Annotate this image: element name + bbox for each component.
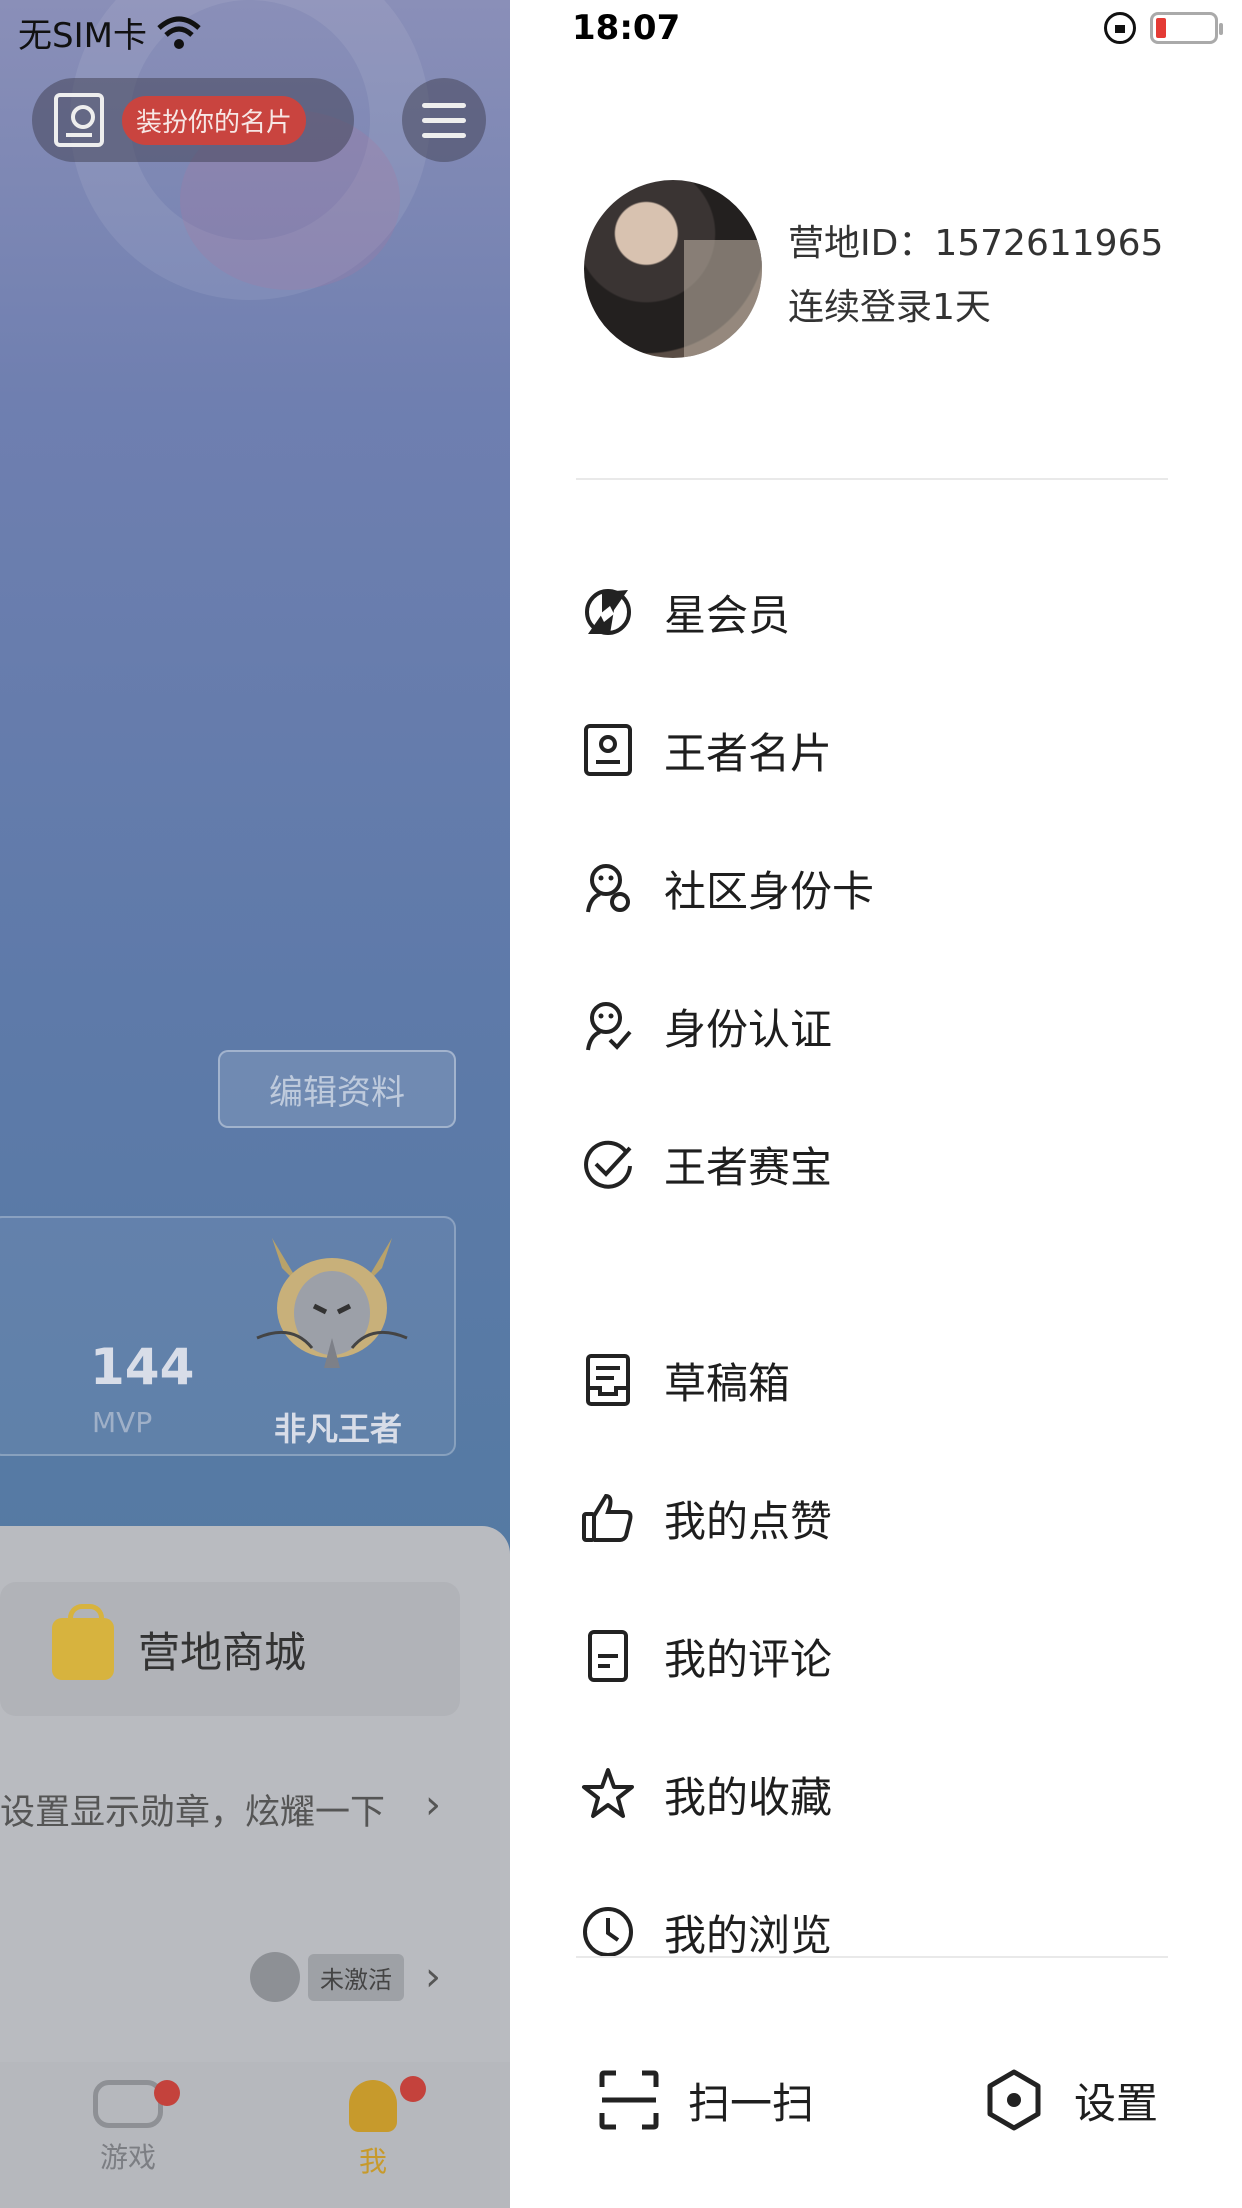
wifi-icon xyxy=(157,16,201,49)
hamburger-line xyxy=(422,102,466,108)
decorate-card-tag: 装扮你的名片 xyxy=(122,95,307,145)
chevron-right-icon: › xyxy=(425,1954,441,2000)
community-id-icon xyxy=(580,860,636,916)
scan-label: 扫一扫 xyxy=(688,2078,815,2128)
menu-label: 我的点赞 xyxy=(664,1496,833,1546)
status-bar-right xyxy=(1104,12,1223,44)
comment-icon xyxy=(580,1628,636,1684)
star-member-icon xyxy=(580,584,636,640)
camp-shop-label: 营地商城 xyxy=(138,1627,307,1677)
edit-profile-button[interactable]: 编辑资料 xyxy=(218,1050,456,1128)
menu-label: 星会员 xyxy=(664,590,791,640)
clock-icon xyxy=(580,1904,636,1960)
star-icon xyxy=(580,1766,636,1822)
menu-label: 王者名片 xyxy=(664,728,833,778)
stats-card[interactable]: 144 MVP 非凡王者 xyxy=(0,1216,456,1456)
menu-label: 我的评论 xyxy=(664,1634,833,1684)
rank-label: 非凡王者 xyxy=(274,1410,403,1448)
star-member-badge-icon xyxy=(250,1952,300,2002)
camp-shop-button[interactable]: 营地商城 xyxy=(0,1582,460,1716)
side-drawer: 18:07 营地ID：1572611965 连续登录1天 星会员 王者名片 社区… xyxy=(510,0,1242,2208)
verify-icon xyxy=(580,998,636,1054)
settings-label: 设置 xyxy=(1074,2078,1159,2128)
status-bar-left: 无SIM卡 xyxy=(18,8,201,57)
notification-dot xyxy=(400,2076,426,2102)
menu-label: 身份认证 xyxy=(664,1004,833,1054)
mvp-label: MVP xyxy=(92,1406,153,1439)
notification-dot xyxy=(154,2080,180,2106)
thumbs-up-icon xyxy=(580,1490,636,1546)
menu-item-likes[interactable]: 我的点赞 xyxy=(580,1478,1180,1558)
tab-bar: 游戏 我 xyxy=(0,2062,510,2208)
menu-item-id-card[interactable]: 王者名片 xyxy=(580,710,1180,790)
tab-label: 游戏 xyxy=(99,2141,156,2174)
scan-icon xyxy=(599,2070,659,2130)
settings-icon xyxy=(987,2069,1041,2131)
menu-item-match-treasure[interactable]: 王者赛宝 xyxy=(580,1124,1180,1204)
inactive-badge: 未激活 xyxy=(308,1953,404,2001)
camp-id: 营地ID：1572611965 xyxy=(788,223,1164,264)
menu-item-community-id[interactable]: 社区身份卡 xyxy=(580,848,1180,928)
shopping-bag-icon xyxy=(52,1604,114,1680)
menu-label: 草稿箱 xyxy=(664,1358,791,1408)
drafts-icon xyxy=(580,1352,636,1408)
hamburger-line xyxy=(422,132,466,138)
menu-label: 社区身份卡 xyxy=(664,866,875,916)
profile-page-background: 无SIM卡 装扮你的名片 编辑资料 144 MVP 非凡王者 营地商城 设置显示… xyxy=(0,0,510,2208)
star-member-status[interactable]: 未激活 xyxy=(250,1952,404,2002)
status-time: 18:07 xyxy=(572,8,681,48)
menu-button[interactable] xyxy=(402,78,486,162)
settings-button[interactable]: 设置 xyxy=(982,2060,1158,2140)
menu-item-history[interactable]: 我的浏览 xyxy=(580,1892,1180,1972)
menu-label: 王者赛宝 xyxy=(664,1142,833,1192)
medal-setting-row[interactable]: 设置显示勋章，炫耀一下 › xyxy=(0,1782,441,1835)
id-card-icon xyxy=(580,722,636,778)
menu-label: 我的收藏 xyxy=(664,1772,833,1822)
tab-label: 我 xyxy=(358,2145,387,2178)
user-icon xyxy=(349,2080,397,2132)
divider xyxy=(576,478,1168,480)
menu-item-favorites[interactable]: 我的收藏 xyxy=(580,1754,1180,1834)
decorate-card-button[interactable]: 装扮你的名片 xyxy=(32,78,354,162)
medal-prompt: 设置显示勋章，炫耀一下 xyxy=(0,1793,386,1833)
chevron-right-icon: › xyxy=(425,1782,441,1828)
gamepad-icon xyxy=(93,2080,163,2128)
screen: 无SIM卡 装扮你的名片 编辑资料 144 MVP 非凡王者 营地商城 设置显示… xyxy=(0,0,1242,2208)
avatar[interactable] xyxy=(584,180,762,358)
menu-item-comments[interactable]: 我的评论 xyxy=(580,1616,1180,1696)
rotation-lock-icon xyxy=(1104,12,1136,44)
hamburger-line xyxy=(422,117,466,123)
scan-button[interactable]: 扫一扫 xyxy=(598,2060,814,2140)
login-streak: 连续登录1天 xyxy=(788,287,991,328)
carrier-label: 无SIM卡 xyxy=(18,16,147,56)
check-circle-icon xyxy=(580,1136,636,1192)
mvp-count: 144 xyxy=(90,1338,195,1396)
menu-item-star-member[interactable]: 星会员 xyxy=(580,572,1180,652)
menu-item-verify[interactable]: 身份认证 xyxy=(580,986,1180,1066)
divider xyxy=(576,1956,1168,1958)
menu-item-drafts[interactable]: 草稿箱 xyxy=(580,1340,1180,1420)
battery-icon xyxy=(1150,12,1223,44)
id-card-icon xyxy=(54,93,104,147)
rank-emblem-icon xyxy=(256,1238,408,1368)
menu-label: 我的浏览 xyxy=(664,1910,833,1960)
